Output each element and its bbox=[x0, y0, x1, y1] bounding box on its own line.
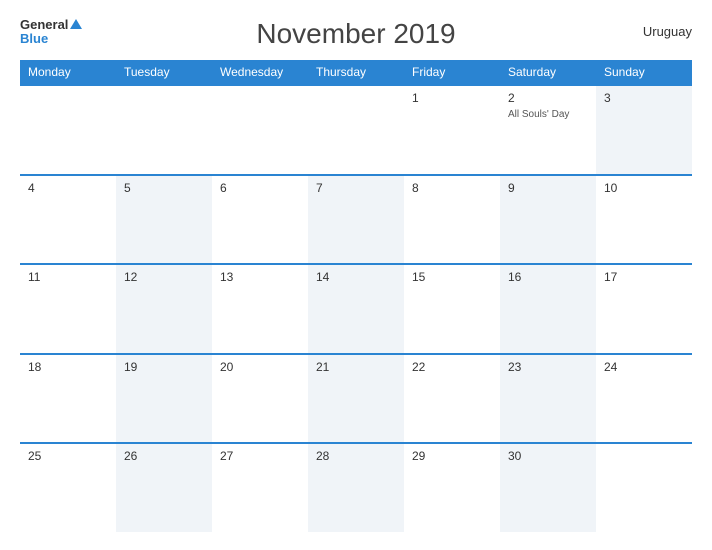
day-number: 23 bbox=[508, 360, 588, 374]
calendar-event: All Souls' Day bbox=[508, 109, 588, 120]
day-number: 24 bbox=[604, 360, 684, 374]
day-number: 8 bbox=[412, 181, 492, 195]
calendar-cell: 8 bbox=[404, 176, 500, 264]
calendar-cell: 9 bbox=[500, 176, 596, 264]
day-number: 19 bbox=[124, 360, 204, 374]
day-number: 1 bbox=[412, 91, 492, 105]
calendar-cell: 14 bbox=[308, 265, 404, 353]
day-number: 28 bbox=[316, 449, 396, 463]
month-title: November 2019 bbox=[256, 18, 455, 50]
calendar-cell bbox=[596, 444, 692, 532]
day-number: 13 bbox=[220, 270, 300, 284]
day-number: 25 bbox=[28, 449, 108, 463]
calendar-page: General Blue November 2019 Uruguay Monda… bbox=[0, 0, 712, 550]
logo-blue-text: Blue bbox=[20, 31, 48, 46]
calendar-cell: 18 bbox=[20, 355, 116, 443]
day-number: 20 bbox=[220, 360, 300, 374]
day-number: 18 bbox=[28, 360, 108, 374]
day-number: 29 bbox=[412, 449, 492, 463]
calendar: MondayTuesdayWednesdayThursdayFridaySatu… bbox=[20, 60, 692, 532]
calendar-cell bbox=[116, 86, 212, 174]
day-number: 26 bbox=[124, 449, 204, 463]
day-number: 15 bbox=[412, 270, 492, 284]
weekday-header-friday: Friday bbox=[404, 60, 500, 84]
day-number: 10 bbox=[604, 181, 684, 195]
calendar-cell: 13 bbox=[212, 265, 308, 353]
calendar-cell: 11 bbox=[20, 265, 116, 353]
calendar-body: 12All Souls' Day345678910111213141516171… bbox=[20, 84, 692, 532]
day-number: 6 bbox=[220, 181, 300, 195]
calendar-week-2: 4 5 6 7 8 9 10 bbox=[20, 174, 692, 264]
calendar-cell: 21 bbox=[308, 355, 404, 443]
calendar-cell: 29 bbox=[404, 444, 500, 532]
calendar-cell: 5 bbox=[116, 176, 212, 264]
day-number: 30 bbox=[508, 449, 588, 463]
day-number: 12 bbox=[124, 270, 204, 284]
day-number: 14 bbox=[316, 270, 396, 284]
calendar-week-4: 18 19 20 21 22 23 24 bbox=[20, 353, 692, 443]
calendar-cell: 25 bbox=[20, 444, 116, 532]
day-number: 3 bbox=[604, 91, 684, 105]
logo-triangle-icon bbox=[70, 19, 82, 29]
logo: General Blue bbox=[20, 18, 82, 47]
day-number: 21 bbox=[316, 360, 396, 374]
calendar-cell: 28 bbox=[308, 444, 404, 532]
day-number: 27 bbox=[220, 449, 300, 463]
calendar-cell: 3 bbox=[596, 86, 692, 174]
calendar-cell: 7 bbox=[308, 176, 404, 264]
calendar-cell: 24 bbox=[596, 355, 692, 443]
calendar-cell bbox=[308, 86, 404, 174]
calendar-week-5: 25 26 27 28 29 30 bbox=[20, 442, 692, 532]
day-number: 11 bbox=[28, 270, 108, 284]
day-number: 4 bbox=[28, 181, 108, 195]
calendar-cell bbox=[212, 86, 308, 174]
weekday-header-tuesday: Tuesday bbox=[116, 60, 212, 84]
calendar-cell: 4 bbox=[20, 176, 116, 264]
day-number: 17 bbox=[604, 270, 684, 284]
calendar-cell: 27 bbox=[212, 444, 308, 532]
weekday-header-monday: Monday bbox=[20, 60, 116, 84]
calendar-cell bbox=[20, 86, 116, 174]
day-number: 2 bbox=[508, 91, 588, 105]
calendar-cell: 23 bbox=[500, 355, 596, 443]
day-number: 7 bbox=[316, 181, 396, 195]
calendar-cell: 26 bbox=[116, 444, 212, 532]
day-number: 16 bbox=[508, 270, 588, 284]
calendar-cell: 2 All Souls' Day bbox=[500, 86, 596, 174]
calendar-cell: 1 bbox=[404, 86, 500, 174]
day-number: 22 bbox=[412, 360, 492, 374]
weekday-header-sunday: Sunday bbox=[596, 60, 692, 84]
calendar-cell: 16 bbox=[500, 265, 596, 353]
calendar-cell: 15 bbox=[404, 265, 500, 353]
calendar-week-3: 11 12 13 14 15 16 17 bbox=[20, 263, 692, 353]
calendar-cell: 20 bbox=[212, 355, 308, 443]
weekday-header-thursday: Thursday bbox=[308, 60, 404, 84]
calendar-cell: 12 bbox=[116, 265, 212, 353]
country-label: Uruguay bbox=[643, 24, 692, 39]
calendar-cell: 19 bbox=[116, 355, 212, 443]
calendar-cell: 30 bbox=[500, 444, 596, 532]
day-number: 9 bbox=[508, 181, 588, 195]
calendar-cell: 10 bbox=[596, 176, 692, 264]
calendar-header: General Blue November 2019 Uruguay bbox=[20, 18, 692, 50]
day-number: 5 bbox=[124, 181, 204, 195]
weekday-header-saturday: Saturday bbox=[500, 60, 596, 84]
calendar-weekday-header: MondayTuesdayWednesdayThursdayFridaySatu… bbox=[20, 60, 692, 84]
calendar-cell: 6 bbox=[212, 176, 308, 264]
weekday-header-wednesday: Wednesday bbox=[212, 60, 308, 84]
calendar-cell: 22 bbox=[404, 355, 500, 443]
calendar-week-1: 1 2 All Souls' Day 3 bbox=[20, 84, 692, 174]
calendar-cell: 17 bbox=[596, 265, 692, 353]
logo-general-text: General bbox=[20, 18, 68, 31]
